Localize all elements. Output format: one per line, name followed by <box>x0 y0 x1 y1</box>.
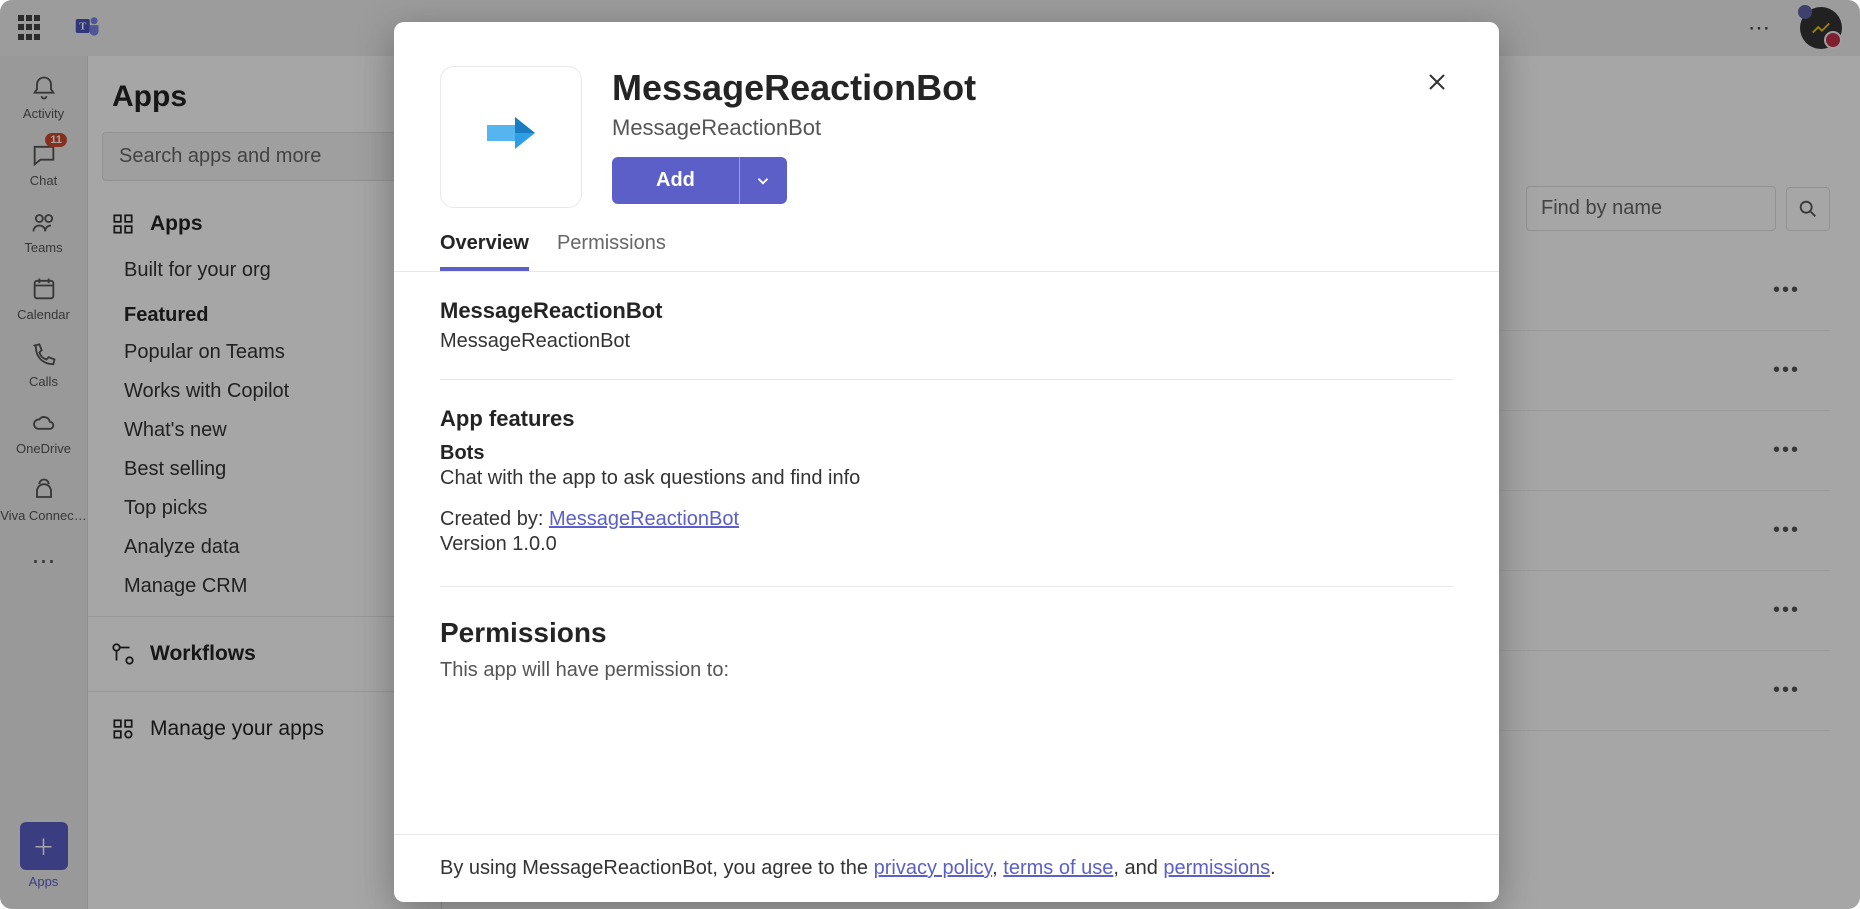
overview-desc: MessageReactionBot <box>440 330 1453 353</box>
modal-footer: By using MessageReactionBot, you agree t… <box>394 834 1499 902</box>
modal-subtitle: MessageReactionBot <box>612 115 1391 141</box>
created-by-link[interactable]: MessageReactionBot <box>549 508 739 530</box>
overview-name: MessageReactionBot <box>440 298 1453 324</box>
close-button[interactable] <box>1421 66 1453 103</box>
version-text: Version 1.0.0 <box>440 533 1453 556</box>
add-button[interactable]: Add <box>612 157 739 204</box>
privacy-link[interactable]: privacy policy <box>874 857 993 879</box>
add-split-button[interactable] <box>739 157 787 204</box>
created-by-line: Created by: MessageReactionBot <box>440 508 1453 531</box>
footer-sep2: , and <box>1113 857 1163 879</box>
footer-prefix: By using MessageReactionBot, you agree t… <box>440 857 874 879</box>
footer-suffix: . <box>1270 857 1276 879</box>
bots-desc: Chat with the app to ask questions and f… <box>440 467 1453 490</box>
modal-title: MessageReactionBot <box>612 66 1391 109</box>
app-icon <box>440 66 582 208</box>
permissions-intro: This app will have permission to: <box>440 659 1453 682</box>
modal-tabs: Overview Permissions <box>394 218 1499 272</box>
features-header: App features <box>440 406 1453 432</box>
tab-permissions[interactable]: Permissions <box>557 232 666 271</box>
close-icon <box>1425 70 1449 94</box>
modal-body: MessageReactionBot MessageReactionBot Ap… <box>394 272 1499 834</box>
permissions-link[interactable]: permissions <box>1163 857 1270 879</box>
footer-sep1: , <box>992 857 1003 879</box>
chevron-down-icon <box>754 172 772 190</box>
terms-link[interactable]: terms of use <box>1003 857 1113 879</box>
created-by-prefix: Created by: <box>440 508 549 530</box>
tab-overview[interactable]: Overview <box>440 232 529 271</box>
app-detail-modal: MessageReactionBot MessageReactionBot Ad… <box>394 22 1499 902</box>
bots-label: Bots <box>440 442 1453 465</box>
permissions-header: Permissions <box>440 617 1453 649</box>
